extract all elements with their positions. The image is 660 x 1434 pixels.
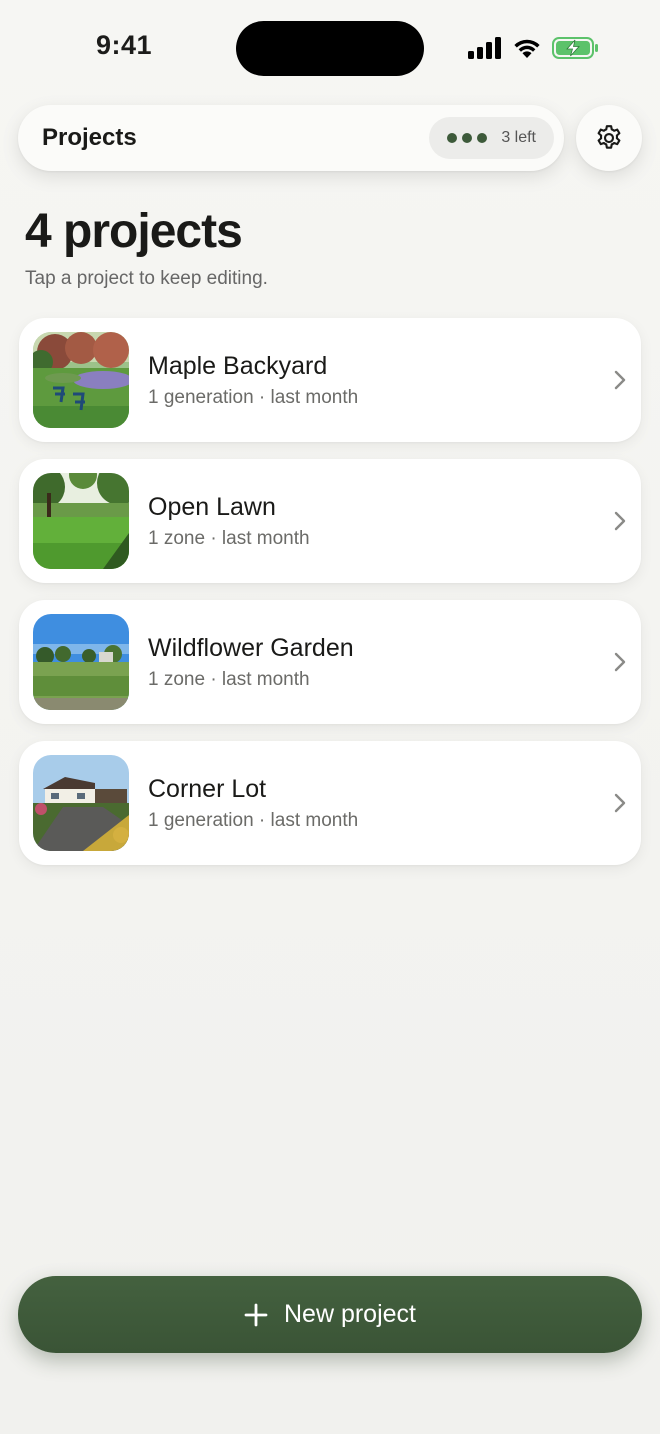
status-bar: 9:41: [0, 0, 660, 96]
chevron-right-icon: [614, 511, 626, 531]
plus-icon: [244, 1303, 268, 1326]
project-thumbnail: [33, 614, 129, 710]
project-meta: 1 generation · last month: [148, 386, 359, 408]
project-name: Corner Lot: [148, 774, 267, 803]
cellular-signal-icon: [468, 37, 501, 59]
wifi-icon: [514, 39, 540, 58]
project-meta: 1 zone · last month: [148, 668, 310, 690]
project-card[interactable]: Maple Backyard 1 generation · last month: [19, 318, 641, 442]
project-meta: 1 generation · last month: [148, 809, 359, 831]
credits-dots-icon: [447, 133, 488, 143]
lawn-photo: [33, 473, 129, 569]
chevron-right-icon: [614, 370, 626, 390]
settings-button[interactable]: [576, 105, 642, 171]
page-subtitle: Tap a project to keep editing.: [25, 268, 268, 289]
project-name: Wildflower Garden: [148, 633, 354, 662]
project-list: Maple Backyard 1 generation · last month…: [19, 318, 641, 882]
backyard-photo: [33, 332, 129, 428]
house-photo: [33, 755, 129, 851]
chevron-right-icon: [614, 652, 626, 672]
battery-charging-icon: [552, 37, 598, 59]
project-meta: 1 zone · last month: [148, 527, 310, 549]
new-project-label: New project: [284, 1300, 416, 1328]
project-thumbnail: [33, 473, 129, 569]
project-name: Open Lawn: [148, 492, 276, 521]
credits-label: 3 left: [501, 129, 536, 146]
chevron-right-icon: [614, 793, 626, 813]
header-title: Projects: [42, 124, 137, 151]
dynamic-island: [236, 21, 424, 76]
project-name: Maple Backyard: [148, 351, 328, 380]
new-project-button[interactable]: New project: [18, 1276, 642, 1353]
credits-chip[interactable]: 3 left: [429, 117, 554, 159]
project-thumbnail: [33, 332, 129, 428]
garden-photo: [33, 614, 129, 710]
project-card[interactable]: Corner Lot 1 generation · last month: [19, 741, 641, 865]
project-card[interactable]: Wildflower Garden 1 zone · last month: [19, 600, 641, 724]
project-thumbnail: [33, 755, 129, 851]
gear-icon: [597, 125, 621, 149]
status-time: 9:41: [96, 30, 153, 60]
header-bar: Projects 3 left: [18, 105, 564, 171]
status-icons: [468, 36, 600, 60]
page-title: 4 projects: [25, 205, 243, 258]
project-card[interactable]: Open Lawn 1 zone · last month: [19, 459, 641, 583]
